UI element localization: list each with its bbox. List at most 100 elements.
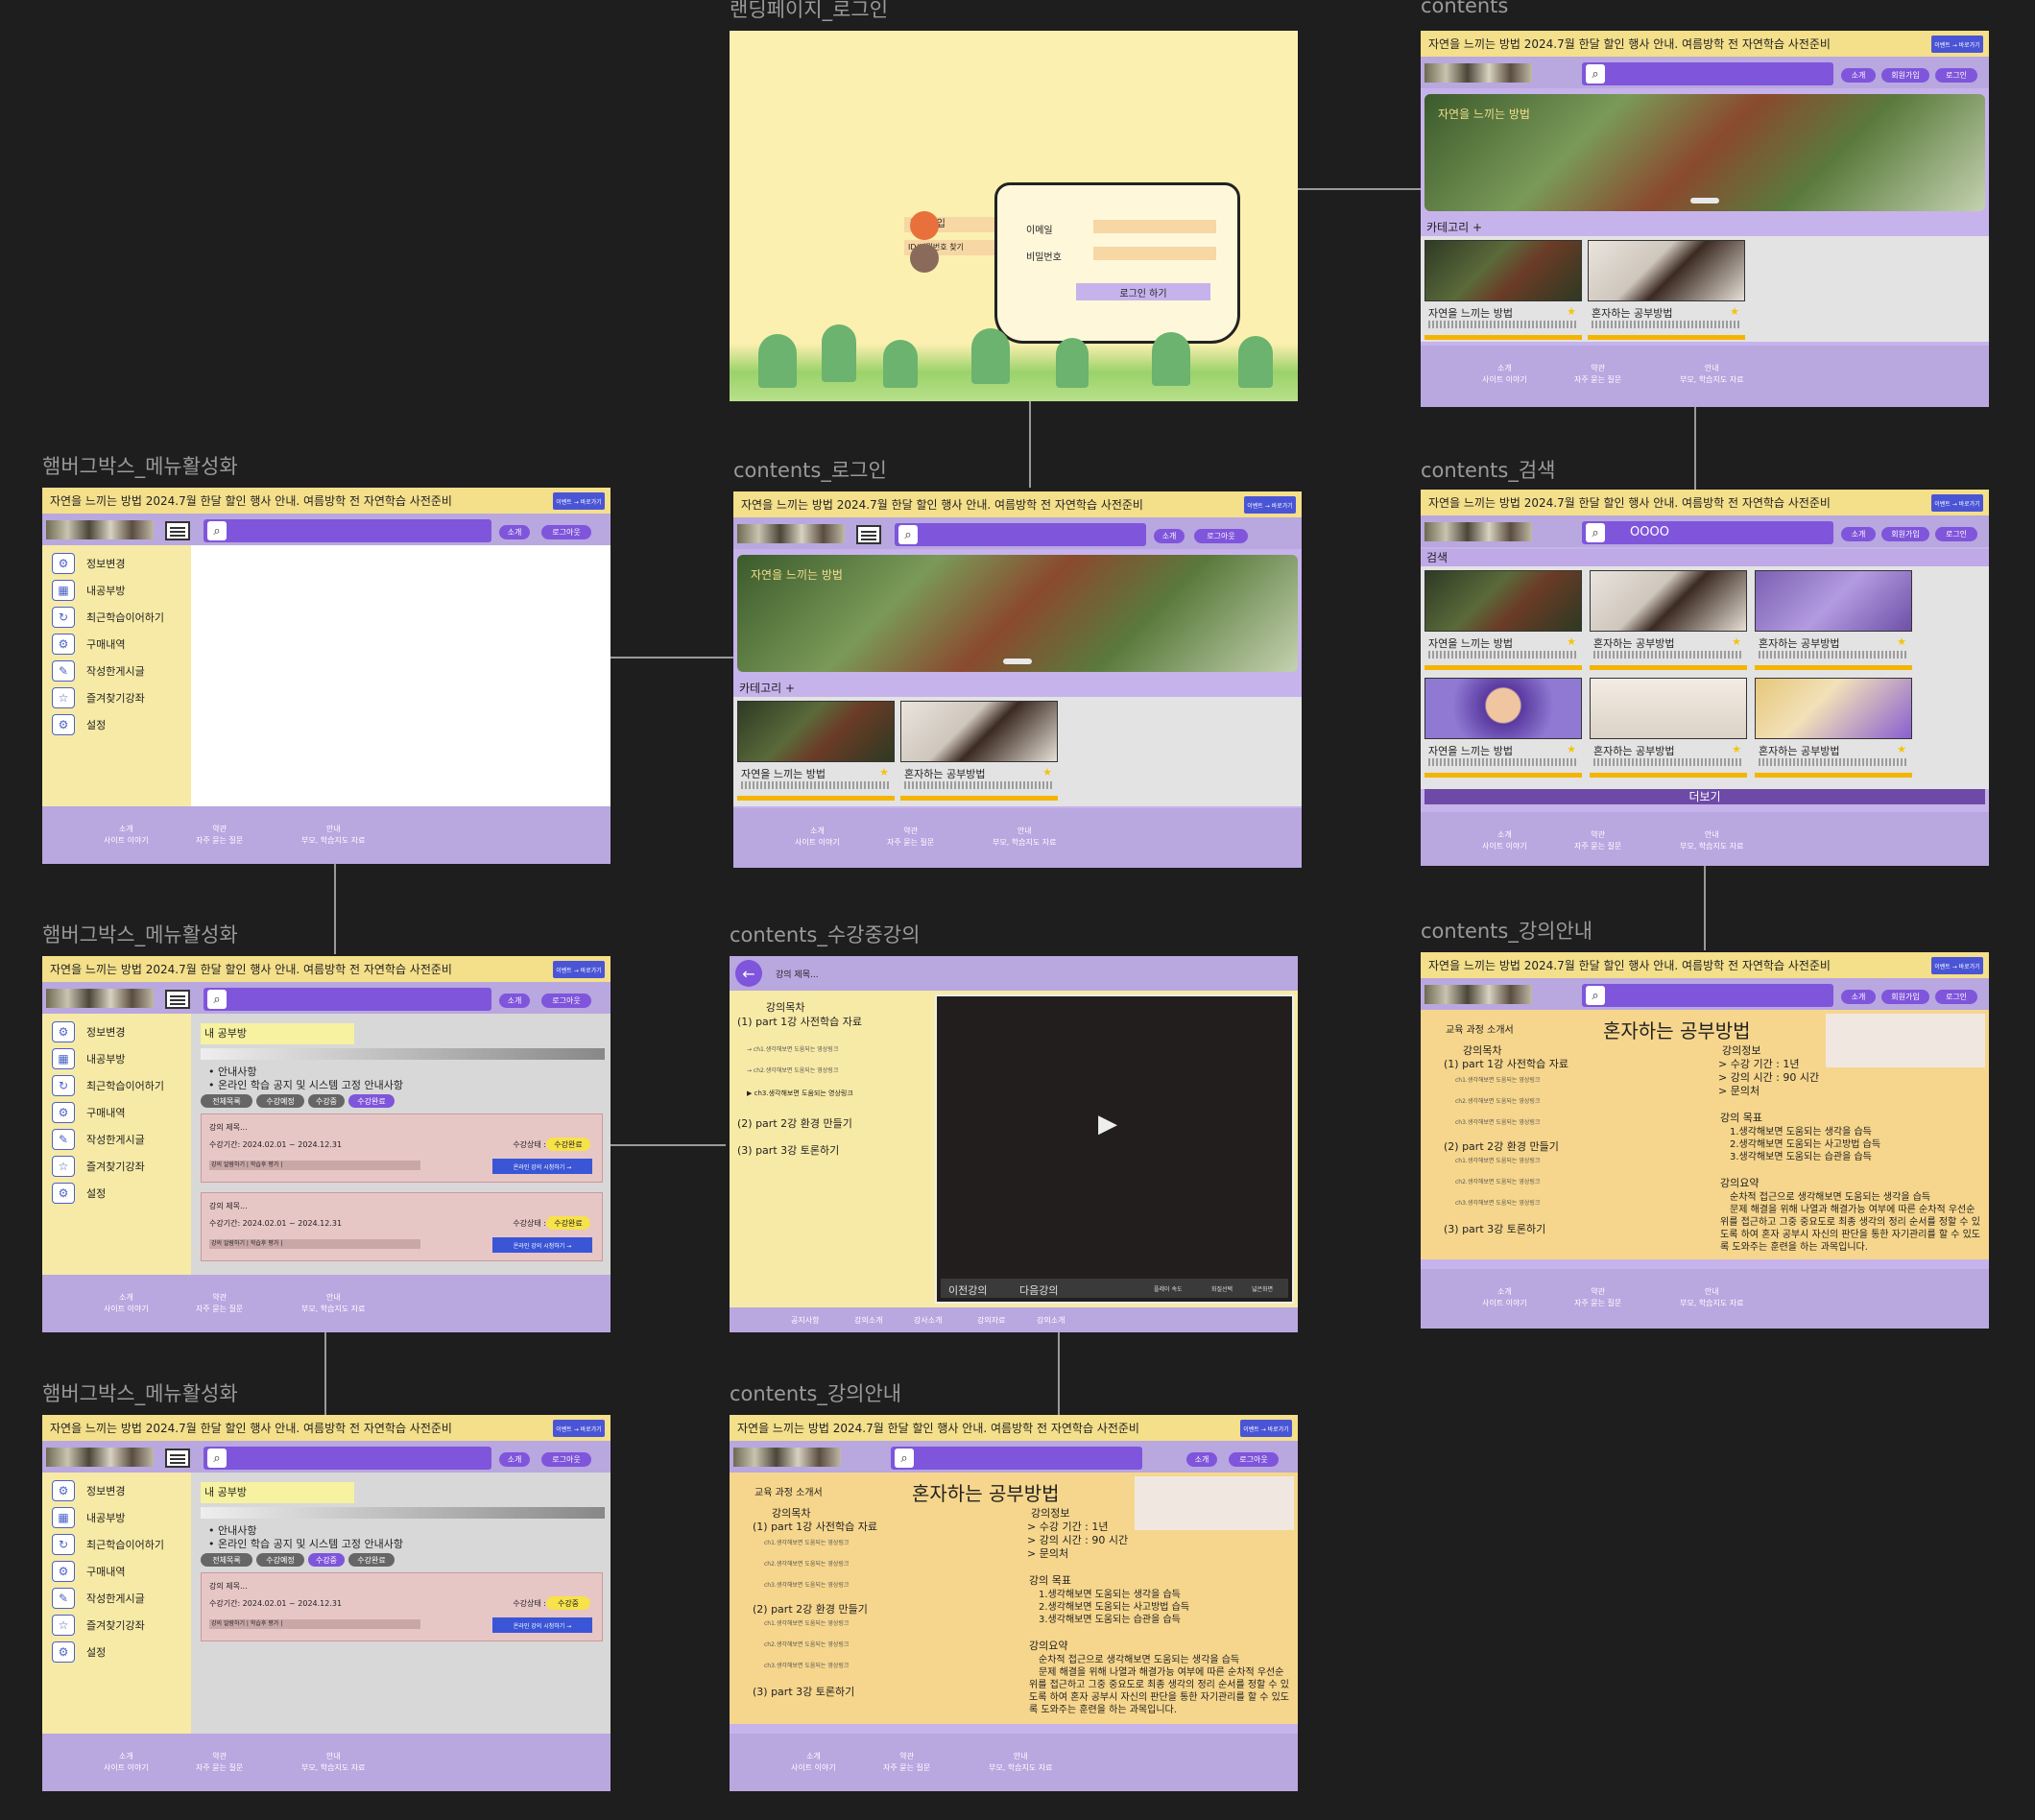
tab-intro-2[interactable]: 강의소개 [1037, 1315, 1065, 1326]
toc-ch3-active[interactable]: ▶ ch3.생각해보면 도움되는 영상링크 [747, 1089, 853, 1098]
course-card[interactable]: 혼자하는 공부방법 ★ [1588, 240, 1745, 342]
chip-done[interactable]: 수강완료 [348, 1553, 395, 1567]
course-card[interactable]: 자연을 느끼는 방법 ★ [1424, 240, 1582, 342]
logout-button[interactable]: 로그아웃 [541, 994, 591, 1008]
tab-teacher[interactable]: 강사소개 [914, 1315, 942, 1326]
quality-button[interactable]: 화질선택 [1211, 1284, 1233, 1293]
search-bar[interactable]: ⌕ [204, 988, 491, 1011]
search-bar[interactable]: ⌕ [1582, 984, 1833, 1007]
toc-part2[interactable]: (2) part 2강 환경 만들기 [737, 1115, 852, 1131]
search-icon[interactable]: ⌕ [207, 521, 227, 540]
search-bar[interactable]: ⌕ [204, 1447, 491, 1470]
footer-col-terms[interactable]: 약관 자주 묻는 질문 [1574, 363, 1621, 386]
logo[interactable] [1424, 63, 1532, 83]
tab-intro[interactable]: 강의소개 [854, 1315, 882, 1326]
category-bar[interactable]: 카테고리 + [733, 680, 1302, 697]
watch-lecture-button[interactable]: 온라인 강의 시청하기 → [492, 1237, 592, 1253]
sidebar-item-3[interactable]: ⚙ 구매내역 [52, 1102, 125, 1123]
play-icon[interactable]: ▶ [1098, 1110, 1117, 1138]
signup-button[interactable]: 회원가입 [1881, 68, 1929, 83]
signup-button[interactable]: 회원가입 [1881, 527, 1929, 541]
logout-button[interactable]: 로그아웃 [541, 1452, 591, 1467]
next-lecture-button[interactable]: 다음강의 [1019, 1282, 1058, 1298]
toc-ch1[interactable]: → ch1.생각해보면 도움되는 영상링크 [747, 1044, 838, 1053]
chip-planned[interactable]: 수강예정 [256, 1553, 304, 1567]
tab-material[interactable]: 강의자료 [977, 1315, 1005, 1326]
password-field[interactable] [1093, 247, 1216, 260]
sidebar-item-5[interactable]: ☆ 즐겨찾기강좌 [52, 1615, 145, 1636]
logo[interactable] [1424, 522, 1532, 541]
logout-button[interactable]: 로그아웃 [541, 525, 591, 539]
course-card[interactable]: 혼자하는 공부방법 ★ [1755, 570, 1912, 672]
more-button[interactable]: 더보기 [1424, 789, 1985, 804]
sidebar-item-6[interactable]: ⚙ 설정 [52, 1183, 106, 1204]
hero-banner[interactable]: 자연을 느끼는 방법 [737, 555, 1298, 672]
toc-ch2[interactable]: → ch2.생각해보면 도움되는 영상링크 [747, 1066, 838, 1074]
intro-button[interactable]: 소개 [1841, 990, 1876, 1004]
sidebar-item-4[interactable]: ✎ 작성한게시글 [52, 660, 145, 682]
logout-button[interactable]: 로그아웃 [1194, 529, 1248, 543]
chip-done[interactable]: 수강완료 [348, 1094, 395, 1108]
intro-button[interactable]: 소개 [1841, 68, 1876, 83]
hamburger-icon[interactable] [165, 521, 190, 540]
signup-button[interactable]: 회원가입 [1881, 990, 1929, 1004]
sidebar-item-6[interactable]: ⚙ 설정 [52, 714, 106, 735]
intro-button[interactable]: 소개 [1154, 529, 1185, 543]
intro-button[interactable]: 소개 [499, 525, 530, 539]
intro-button[interactable]: 소개 [1841, 527, 1876, 541]
logo[interactable] [737, 524, 845, 543]
footer-col-intro[interactable]: 소개 사이트 이야기 [1482, 363, 1527, 386]
sidebar-item-1[interactable]: ▦ 내공부방 [52, 1507, 125, 1528]
login-button[interactable]: 로그인 하기 [1076, 283, 1210, 300]
intro-button[interactable]: 소개 [499, 994, 530, 1008]
watch-lecture-button[interactable]: 온라인 강의 시청하기 → [492, 1617, 592, 1633]
watch-lecture-button[interactable]: 온라인 강의 시청하기 → [492, 1159, 592, 1174]
hero-banner[interactable]: 자연을 느끼는 방법 [1424, 94, 1985, 211]
speed-button[interactable]: 플레이 속도 [1154, 1284, 1183, 1293]
sidebar-item-5[interactable]: ☆ 즐겨찾기강좌 [52, 1156, 145, 1177]
course-card[interactable]: 혼자하는 공부방법 ★ [1590, 678, 1747, 779]
course-card[interactable]: 혼자하는 공부방법 ★ [1755, 678, 1912, 779]
course-card[interactable]: 혼자하는 공부방법 ★ [900, 701, 1058, 802]
sidebar-item-4[interactable]: ✎ 작성한게시글 [52, 1588, 145, 1609]
footer-col-guide[interactable]: 안내 부모, 학습지도 자료 [1680, 363, 1744, 386]
logo[interactable] [733, 1448, 841, 1467]
search-bar[interactable]: ⌕ [891, 1447, 1142, 1470]
event-button[interactable]: 이벤트 → 바로가기 [553, 492, 605, 510]
hamburger-icon[interactable] [165, 1449, 190, 1468]
tab-notice[interactable]: 공지사항 [791, 1315, 819, 1326]
logo[interactable] [46, 1448, 154, 1467]
course-card[interactable]: 자연을 느끼는 방법 ★ [1424, 570, 1582, 672]
chip-planned[interactable]: 수강예정 [256, 1094, 304, 1108]
event-button[interactable]: 이벤트 → 바로가기 [1931, 494, 1983, 512]
course-card[interactable]: 자연을 느끼는 방법 ★ [1424, 678, 1582, 779]
course-card[interactable]: 자연을 느끼는 방법 ★ [737, 701, 895, 802]
prev-lecture-button[interactable]: 이전강의 [948, 1282, 987, 1298]
sidebar-item-0[interactable]: ⚙ 정보변경 [52, 1480, 125, 1501]
logo[interactable] [46, 520, 154, 539]
login-button[interactable]: 로그인 [1935, 990, 1977, 1004]
chip-all[interactable]: 전체목록 [201, 1094, 252, 1108]
login-button[interactable]: 로그인 [1935, 68, 1977, 83]
fullscreen-button[interactable]: 넓은화면 [1252, 1284, 1273, 1293]
sidebar-item-2[interactable]: ↻ 최근학습이어하기 [52, 1075, 164, 1096]
sidebar-item-0[interactable]: ⚙ 정보변경 [52, 553, 125, 574]
back-arrow-icon[interactable]: ← [735, 960, 762, 987]
logo[interactable] [1424, 985, 1532, 1004]
intro-button[interactable]: 소개 [499, 1452, 530, 1467]
course-card[interactable]: 혼자하는 공부방법 ★ [1590, 570, 1747, 672]
sidebar-item-2[interactable]: ↻ 최근학습이어하기 [52, 1534, 164, 1555]
event-button[interactable]: 이벤트 → 바로가기 [1931, 957, 1983, 974]
email-field[interactable] [1093, 220, 1216, 233]
login-button[interactable]: 로그인 [1935, 527, 1977, 541]
video-player[interactable]: ▶ 이전강의 다음강의 플레이 속도 화질선택 넓은화면 [935, 994, 1294, 1304]
chip-ongoing[interactable]: 수강중 [308, 1094, 345, 1108]
search-bar[interactable]: ⌕ [204, 519, 491, 542]
logout-button[interactable]: 로그아웃 [1229, 1452, 1279, 1467]
toc-part3[interactable]: (3) part 3강 토론하기 [737, 1142, 839, 1158]
intro-button[interactable]: 소개 [1186, 1452, 1217, 1467]
hamburger-icon[interactable] [165, 990, 190, 1009]
sidebar-item-5[interactable]: ☆ 즐겨찾기강좌 [52, 687, 145, 708]
search-icon[interactable]: ⌕ [1586, 64, 1605, 84]
sidebar-item-6[interactable]: ⚙ 설정 [52, 1641, 106, 1663]
